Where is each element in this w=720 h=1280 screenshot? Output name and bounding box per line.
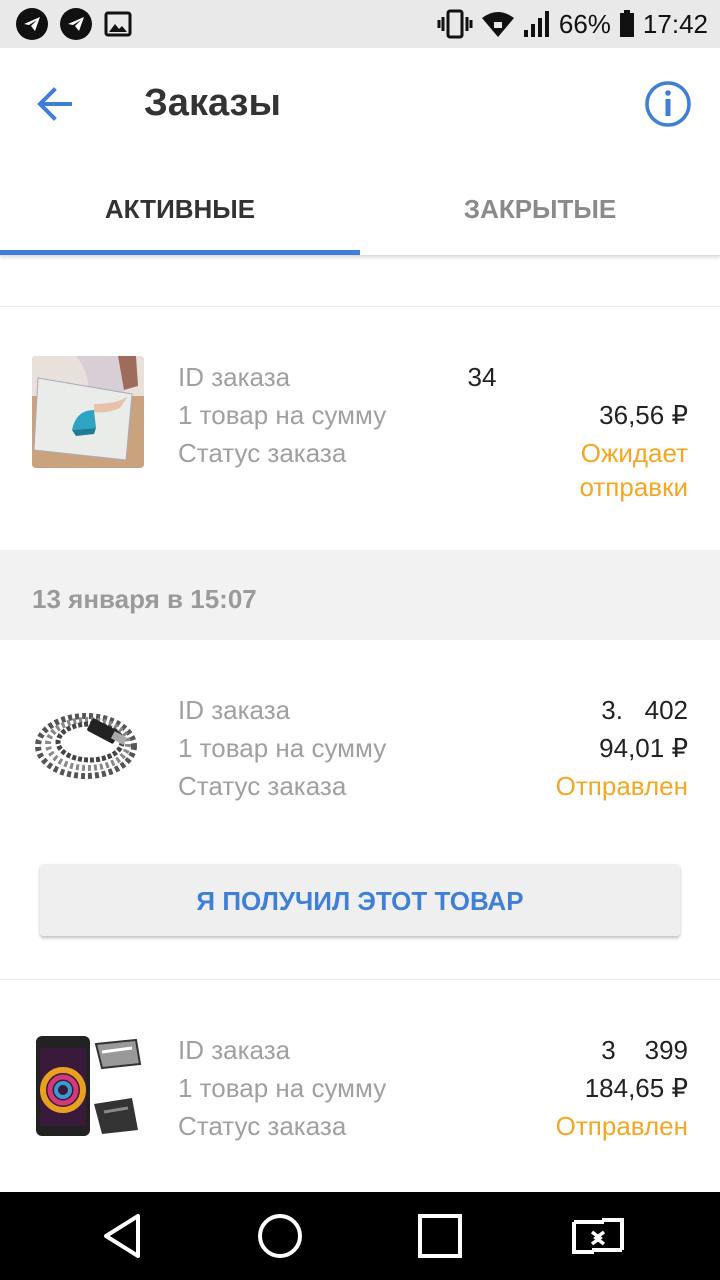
- order-status-label: Статус заказа: [178, 771, 347, 801]
- order-id-value: 3 399: [601, 1035, 688, 1065]
- notification-icons: [16, 8, 132, 40]
- order-id-label: ID заказа: [178, 362, 291, 392]
- order-values: 3. 402 94,01 ₽ Отправлен: [556, 691, 688, 805]
- battery-percent: 66%: [558, 8, 611, 39]
- order-values: 3 399 184,65 ₽ Отправлен: [556, 1031, 688, 1145]
- nav-home-button[interactable]: [254, 1210, 306, 1262]
- status-bar: 66% 17:42: [0, 0, 720, 48]
- tab-indicator: [0, 250, 360, 255]
- system-status: 66% 17:42: [437, 6, 708, 42]
- order-sum-value: 36,56 ₽: [599, 400, 688, 430]
- telegram-icon: [16, 8, 48, 40]
- date-header: 13 января в 15:07: [0, 550, 720, 640]
- image-icon: [104, 11, 132, 37]
- back-button[interactable]: [32, 84, 80, 124]
- order-id-label: ID заказа: [178, 695, 291, 725]
- order-card[interactable]: ID заказа 1 товар на сумму Статус заказа…: [0, 980, 720, 1192]
- order-labels: ID заказа 1 товар на сумму Статус заказа: [178, 1031, 386, 1145]
- order-sum-label: 1 товар на сумму: [178, 733, 387, 763]
- order-status-label: Статус заказа: [178, 1111, 347, 1141]
- tab-active-orders[interactable]: АКТИВНЫЕ: [0, 160, 360, 256]
- nav-back-button[interactable]: [98, 1210, 150, 1262]
- order-status-value: Ожидает: [580, 438, 688, 468]
- order-card[interactable]: ID заказа 1 товар на сумму Статус заказа…: [0, 640, 720, 978]
- order-card[interactable]: ID заказа 1 товар на сумму Статус заказа…: [0, 307, 720, 550]
- order-labels: ID заказа 1 товар на сумму Статус заказа: [178, 358, 386, 472]
- order-id-label: ID заказа: [178, 1035, 291, 1065]
- confirm-received-button[interactable]: Я ПОЛУЧИЛ ЭТОТ ТОВАР: [40, 864, 680, 936]
- order-id-value: 34: [467, 362, 497, 392]
- product-thumbnail-phone-case: [32, 1034, 144, 1146]
- order-tabs: АКТИВНЫЕ ЗАКРЫТЫЕ: [0, 160, 720, 256]
- order-id-value: 3. 402: [601, 695, 688, 725]
- order-status-value: Отправлен: [555, 771, 688, 801]
- order-status-label: Статус заказа: [178, 438, 347, 468]
- info-icon: [645, 81, 691, 127]
- nav-recents-button[interactable]: [414, 1210, 466, 1262]
- order-sum-value: 94,01 ₽: [599, 733, 688, 763]
- order-status-value: Отправлен: [555, 1111, 688, 1141]
- order-status-value-line2: отправки: [579, 472, 688, 502]
- wifi-icon: [481, 12, 514, 37]
- order-sum-label: 1 товар на сумму: [178, 1073, 387, 1103]
- order-labels: ID заказа 1 товар на сумму Статус заказа: [178, 691, 386, 805]
- nav-switch-app-button[interactable]: [570, 1210, 624, 1262]
- system-nav-bar: [0, 1192, 720, 1280]
- page-title: Заказы: [144, 82, 281, 124]
- tab-closed-orders[interactable]: ЗАКРЫТЫЕ: [360, 160, 720, 256]
- arrow-back-icon: [37, 87, 72, 121]
- signal-icon: [523, 11, 549, 37]
- order-date: 13 января в 15:07: [32, 584, 257, 614]
- home-circle-icon: [258, 1214, 302, 1258]
- info-button[interactable]: [644, 80, 692, 128]
- recents-square-icon: [418, 1214, 462, 1258]
- switch-app-icon: [572, 1218, 624, 1254]
- order-sum-value: 184,65 ₽: [584, 1073, 688, 1103]
- product-thumbnail-ironing-board: [32, 356, 144, 468]
- order-values: 34 36,56 ₽ Ожидает отправки: [467, 358, 688, 504]
- product-thumbnail-cable: [32, 688, 144, 800]
- order-sum-label: 1 товар на сумму: [178, 400, 387, 430]
- app-bar: Заказы: [0, 48, 720, 160]
- back-triangle-icon: [104, 1214, 140, 1258]
- battery-icon: [619, 10, 634, 37]
- vibrate-icon: [437, 9, 473, 39]
- clock: 17:42: [642, 8, 708, 39]
- telegram-icon: [60, 8, 92, 40]
